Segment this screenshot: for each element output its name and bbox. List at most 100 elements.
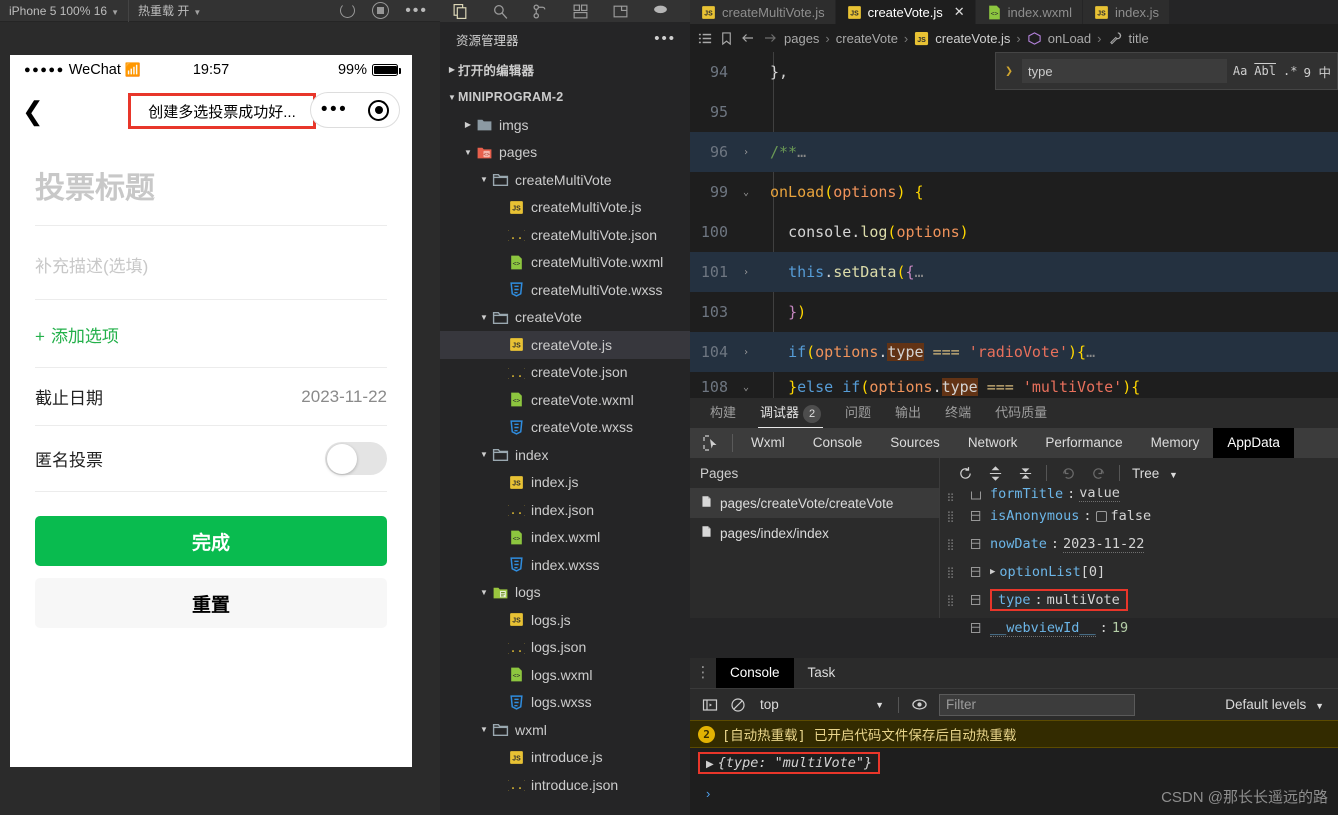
tree-file-createMultiVote.json[interactable]: ▶{..}createMultiVote.json xyxy=(440,221,690,249)
editor-tab-createVote.js[interactable]: JS createVote.js ✕ xyxy=(835,0,976,24)
tree-file-introduce.js[interactable]: ▶JSintroduce.js xyxy=(440,744,690,772)
add-option-button[interactable]: + 添加选项 xyxy=(35,300,387,367)
section-open-editors[interactable]: ▶ 打开的编辑器 xyxy=(440,56,690,84)
page-list-item[interactable]: pages/index/index xyxy=(690,518,939,548)
breadcrumb-item-4[interactable]: title xyxy=(1129,31,1149,46)
tree-file-createVote.json[interactable]: ▶{..}createVote.json xyxy=(440,359,690,387)
tree-folder-wxml[interactable]: ▼ wxml xyxy=(440,716,690,744)
chevron-down-icon[interactable]: ▼ xyxy=(478,313,490,322)
tree-file-createVote.wxml[interactable]: ▶<>createVote.wxml xyxy=(440,386,690,414)
tree-folder-index[interactable]: ▼ index xyxy=(440,441,690,469)
console-context-select[interactable]: top ▼ xyxy=(752,697,892,712)
appdata-value[interactable]: value xyxy=(1079,488,1120,502)
anonymous-toggle[interactable] xyxy=(325,442,387,475)
expand-all-icon[interactable] xyxy=(980,458,1010,488)
chevron-down-icon[interactable]: ▼ xyxy=(478,450,490,459)
view-mode-select[interactable]: Tree ▼ xyxy=(1126,466,1184,481)
refresh-icon[interactable] xyxy=(339,2,356,19)
refresh-icon[interactable] xyxy=(950,458,980,488)
devtools-tab-Sources[interactable]: Sources xyxy=(876,428,954,458)
chevron-down-icon[interactable]: ▼ xyxy=(462,148,474,157)
explorer-icon[interactable] xyxy=(440,0,480,22)
extensions-icon[interactable] xyxy=(560,0,600,22)
tree-file-logs.json[interactable]: ▶{..}logs.json xyxy=(440,634,690,662)
appdata-row-formTitle[interactable]: ⣿ formTitle: value xyxy=(940,488,1338,502)
panel-tab-代码质量[interactable]: 代码质量 xyxy=(983,398,1059,428)
breadcrumb-item-2[interactable]: createVote.js xyxy=(935,31,1010,46)
anonymous-row[interactable]: 匿名投票 xyxy=(35,425,387,492)
source-control-icon[interactable] xyxy=(520,0,560,22)
find-input[interactable]: type xyxy=(1022,59,1227,83)
kebab-menu-icon[interactable]: ⋮ xyxy=(690,665,716,680)
chevron-down-icon[interactable]: ▼ xyxy=(478,725,490,734)
tree-file-logs.wxss[interactable]: ▶logs.wxss xyxy=(440,689,690,717)
editor-tab-index.wxml[interactable]: <> index.wxml xyxy=(975,0,1083,24)
arrow-left-icon[interactable] xyxy=(740,30,756,46)
devtools-tab-Performance[interactable]: Performance xyxy=(1031,428,1136,458)
vote-desc-input[interactable]: 补充描述(选填) xyxy=(35,226,387,300)
tree-file-index.json[interactable]: ▶{..}index.json xyxy=(440,496,690,524)
debug-icon[interactable] xyxy=(640,0,680,22)
undo-icon[interactable] xyxy=(1053,458,1083,488)
panel-tab-输出[interactable]: 输出 xyxy=(883,398,933,428)
breadcrumb-item-0[interactable]: pages xyxy=(784,31,819,46)
breadcrumb-item-3[interactable]: onLoad xyxy=(1048,31,1091,46)
editor-tab-index.js[interactable]: JS index.js xyxy=(1082,0,1171,24)
expand-arrow-icon[interactable]: ▶ xyxy=(706,759,714,770)
chevron-down-icon[interactable]: ▼ xyxy=(478,588,490,597)
inspect-cursor-icon[interactable] xyxy=(694,428,728,458)
appdata-value[interactable]: 2023-11-22 xyxy=(1063,536,1145,553)
fold-marker[interactable]: › xyxy=(738,267,754,278)
close-icon[interactable]: ✕ xyxy=(954,4,965,20)
fold-marker[interactable]: ⌄ xyxy=(738,382,754,393)
search-icon[interactable] xyxy=(480,0,520,22)
layout-icon[interactable] xyxy=(600,0,640,22)
section-project[interactable]: ▼ MINIPROGRAM-2 xyxy=(440,84,690,112)
toggle-sidebar-icon[interactable] xyxy=(696,689,724,721)
tree-file-index.js[interactable]: ▶JSindex.js xyxy=(440,469,690,497)
tab-task[interactable]: Task xyxy=(794,658,850,688)
capsule-more-icon[interactable]: ••• xyxy=(321,100,348,119)
breadcrumb-item-1[interactable]: createVote xyxy=(836,31,898,46)
eye-icon[interactable] xyxy=(905,689,933,721)
fold-marker[interactable]: › xyxy=(738,147,754,158)
chevron-right-icon[interactable]: ▶ xyxy=(462,120,474,129)
tab-console[interactable]: Console xyxy=(716,658,794,688)
submit-button[interactable]: 完成 xyxy=(35,516,387,566)
appdata-value[interactable]: false xyxy=(1111,508,1152,524)
deadline-row[interactable]: 截止日期 2023-11-22 xyxy=(35,367,387,425)
devtools-tab-AppData[interactable]: AppData xyxy=(1213,428,1294,458)
panel-tab-调试器[interactable]: 调试器 2 xyxy=(748,398,833,428)
reset-button[interactable]: 重置 xyxy=(35,578,387,628)
chevron-right-icon[interactable]: ❯ xyxy=(1002,64,1016,79)
tree-file-createMultiVote.js[interactable]: ▶JScreateMultiVote.js xyxy=(440,194,690,222)
fold-marker[interactable]: › xyxy=(738,347,754,358)
tree-file-index.wxss[interactable]: ▶index.wxss xyxy=(440,551,690,579)
list-icon[interactable] xyxy=(698,31,713,46)
devtools-tab-Console[interactable]: Console xyxy=(799,428,877,458)
clear-console-icon[interactable] xyxy=(724,689,752,721)
tree-file-createVote.wxss[interactable]: ▶createVote.wxss xyxy=(440,414,690,442)
expand-arrow-icon[interactable]: ▶ xyxy=(990,567,995,577)
appdata-row-nowDate[interactable]: ⣿ nowDate:2023-11-22 xyxy=(940,530,1338,558)
tree-file-index.wxml[interactable]: ▶<>index.wxml xyxy=(440,524,690,552)
tree-folder-imgs[interactable]: ▶ imgs xyxy=(440,111,690,139)
appdata-value[interactable]: multiVote xyxy=(1047,592,1120,608)
page-list-item[interactable]: pages/createVote/createVote xyxy=(690,488,939,518)
tree-folder-createMultiVote[interactable]: ▼ createMultiVote xyxy=(440,166,690,194)
tree-folder-logs[interactable]: ▼ logs xyxy=(440,579,690,607)
checkbox-icon[interactable] xyxy=(1095,510,1107,522)
whole-word-icon[interactable]: Abl xyxy=(1254,64,1276,78)
drag-grip-icon[interactable]: ⣿ xyxy=(940,511,962,522)
bookmark-icon[interactable] xyxy=(719,31,734,46)
drag-grip-icon[interactable]: ⣿ xyxy=(940,567,962,578)
stop-icon[interactable] xyxy=(372,2,390,19)
drag-grip-icon[interactable]: ⣿ xyxy=(940,595,962,606)
tree-file-logs.js[interactable]: ▶JSlogs.js xyxy=(440,606,690,634)
capsule-target-icon[interactable] xyxy=(368,99,390,121)
panel-tab-终端[interactable]: 终端 xyxy=(933,398,983,428)
chevron-down-icon[interactable]: ▼ xyxy=(478,175,490,184)
hot-reload-selector[interactable]: 热重载 开 ▼ xyxy=(129,0,210,22)
more-icon[interactable]: ••• xyxy=(405,2,428,18)
devtools-tab-Wxml[interactable]: Wxml xyxy=(737,428,799,458)
